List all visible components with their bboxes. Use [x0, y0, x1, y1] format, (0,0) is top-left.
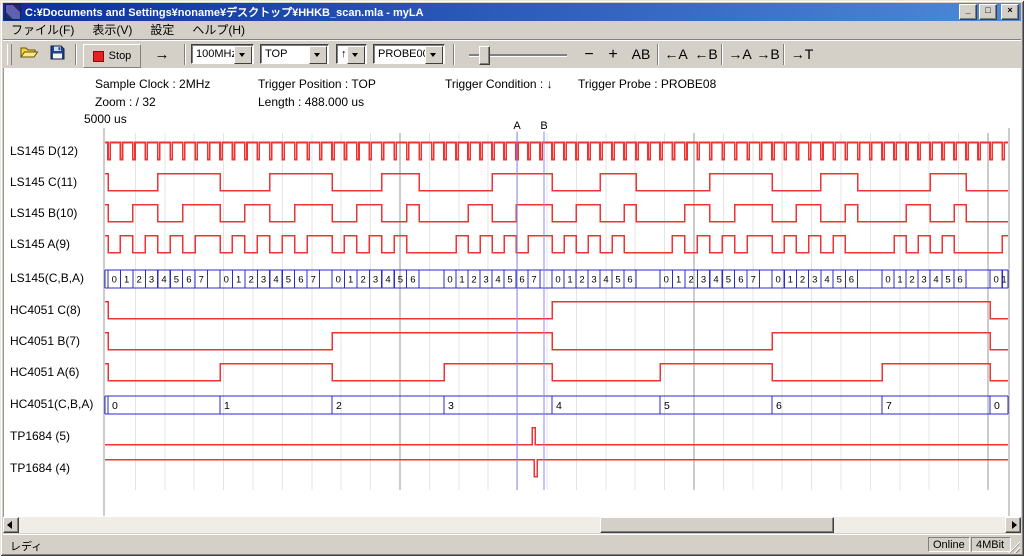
signal-label: HC4051 A(6) [10, 365, 79, 379]
length-info: Length : 488.000 us [258, 95, 364, 109]
signal-label: HC4051 C(8) [10, 303, 81, 317]
run-button[interactable]: → [145, 44, 179, 66]
scroll-right-icon [1012, 521, 1017, 529]
signal-label: LS145 C(11) [10, 175, 77, 189]
status-bar: レディ Online 4MBit [3, 534, 1021, 554]
toolbar-separator [184, 44, 186, 65]
toolbar-separator [75, 44, 77, 65]
trigger-position-info: Trigger Position : TOP [258, 77, 376, 91]
save-file-button[interactable] [45, 44, 69, 66]
waveform-client-area [3, 68, 1021, 517]
toolbar-separator [783, 44, 785, 65]
horizontal-scrollbar[interactable] [3, 517, 1021, 533]
goto-cursor-a-left-button[interactable]: ←A [663, 46, 689, 63]
trigger-edge-combo[interactable]: ↑ [336, 44, 367, 64]
signal-label: TP1684 (4) [10, 461, 70, 475]
goto-cursor-b-right-button[interactable]: →B [755, 46, 781, 63]
toolbar-separator [657, 44, 659, 65]
zoom-out-button[interactable]: − [579, 46, 599, 63]
combo-dropdown-button[interactable] [309, 46, 327, 64]
app-icon [5, 4, 21, 20]
menu-view[interactable]: 表示(V) [84, 20, 142, 40]
save-floppy-icon [50, 45, 65, 65]
signal-label: LS145 A(9) [10, 237, 70, 251]
zoom-ab-button[interactable]: AB [627, 46, 655, 63]
trigger-probe-info: Trigger Probe : PROBE08 [578, 77, 716, 91]
stop-label: Stop [109, 50, 132, 62]
goto-trigger-button[interactable]: →T [789, 46, 815, 63]
maximize-button[interactable]: □ [979, 4, 997, 20]
toolbar: Stop → 100MHz TOP ↑ PROBE00 − + AB ← [3, 39, 1021, 69]
signal-label: LS145(C,B,A) [10, 271, 84, 285]
status-online-badge: Online [928, 537, 970, 552]
signal-label: LS145 D(12) [10, 144, 78, 158]
dropdown-arrow-icon [314, 53, 320, 60]
menu-settings[interactable]: 設定 [142, 20, 184, 40]
time-scale-label: 5000 us [84, 112, 127, 126]
application-window: C:¥Documents and Settings¥noname¥デスクトップ¥… [0, 0, 1024, 556]
dropdown-arrow-icon [352, 53, 358, 60]
close-button[interactable]: × [1001, 4, 1019, 20]
zoom-slider[interactable] [461, 44, 573, 66]
scroll-right-button[interactable] [1005, 517, 1021, 533]
menu-file[interactable]: ファイル(F) [3, 20, 84, 40]
sample-clock-info: Sample Clock : 2MHz [95, 77, 210, 91]
open-file-button[interactable] [17, 44, 41, 66]
goto-cursor-a-right-button[interactable]: →A [727, 46, 753, 63]
scroll-left-button[interactable] [3, 517, 19, 533]
scroll-left-icon [7, 521, 12, 529]
sample-clock-combo[interactable]: 100MHz [191, 44, 254, 64]
goto-cursor-b-left-button[interactable]: ←B [693, 46, 719, 63]
signal-label: HC4051(C,B,A) [10, 397, 93, 411]
dropdown-arrow-icon [430, 53, 436, 60]
open-folder-icon [20, 45, 39, 65]
scrollbar-thumb[interactable] [600, 517, 834, 533]
trigger-position-combo[interactable]: TOP [260, 44, 329, 64]
zoom-slider-thumb[interactable] [479, 46, 490, 65]
combo-dropdown-button[interactable] [234, 46, 252, 64]
toolbar-grip [7, 44, 12, 65]
combo-dropdown-button[interactable] [425, 46, 443, 64]
stop-button[interactable]: Stop [83, 44, 141, 68]
trigger-probe-combo[interactable]: PROBE00 [373, 44, 445, 64]
dropdown-arrow-icon [239, 53, 245, 60]
trigger-condition-info: Trigger Condition : ↓ [445, 77, 553, 91]
title-bar[interactable]: C:¥Documents and Settings¥noname¥デスクトップ¥… [3, 3, 1021, 21]
toolbar-separator [721, 44, 723, 65]
zoom-info: Zoom : / 32 [95, 95, 156, 109]
window-title: C:¥Documents and Settings¥noname¥デスクトップ¥… [25, 4, 957, 20]
minimize-button[interactable]: _ [959, 4, 977, 20]
signal-label: TP1684 (5) [10, 429, 70, 443]
signal-label: LS145 B(10) [10, 206, 77, 220]
menu-help[interactable]: ヘルプ(H) [184, 20, 255, 40]
toolbar-separator [453, 44, 455, 65]
zoom-in-button[interactable]: + [603, 46, 623, 63]
signal-label: HC4051 B(7) [10, 334, 80, 348]
menu-bar: ファイル(F) 表示(V) 設定 ヘルプ(H) [3, 21, 1021, 39]
status-memory-badge: 4MBit [971, 537, 1011, 552]
combo-dropdown-button[interactable] [347, 46, 365, 64]
stop-icon [93, 51, 104, 62]
status-ready-text: レディ [10, 538, 42, 554]
